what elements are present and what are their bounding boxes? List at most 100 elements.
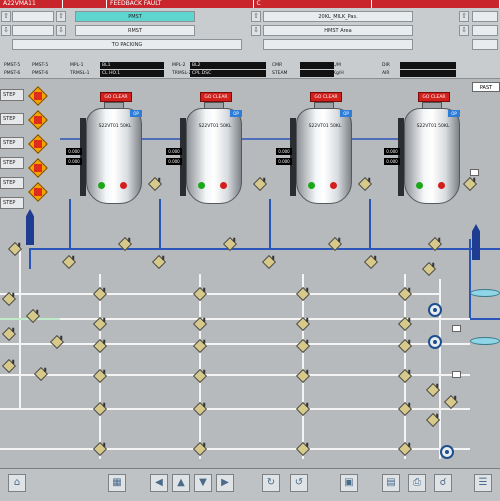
print-icon[interactable]: ⎙ [408, 474, 426, 492]
to-packing-button[interactable]: TO PACKING [12, 39, 242, 50]
status-cmr-value [300, 62, 334, 69]
status-label-a3: PMST-5 [32, 63, 49, 68]
arrow-down-icon[interactable]: ⇩ [251, 25, 261, 36]
tank-4[interactable]: GO CLEAR OP S22VT01 50KL 0.000 0.000 [384, 92, 464, 214]
pump-icon[interactable] [428, 303, 442, 317]
tank-id: S22VT01 50KL [416, 124, 450, 129]
header-right-blank-2[interactable] [472, 25, 498, 36]
step-button-2[interactable]: STEP [0, 113, 24, 125]
arrow-up-icon[interactable]: ⇧ [56, 11, 66, 22]
status-dot-green [198, 182, 205, 189]
step-button-3[interactable]: STEP [0, 137, 24, 149]
alarm-extra [372, 0, 500, 8]
status-label-a4: PMST-6 [32, 71, 49, 76]
arrow-up-icon[interactable]: ⇧ [1, 11, 11, 22]
up-icon[interactable]: ▲ [172, 474, 190, 492]
status-dir: DIR [382, 63, 390, 68]
go-clear-button[interactable]: GO CLEAR [200, 92, 232, 102]
status-mpl2: MPL-2 [172, 63, 186, 68]
status-bl1: BL1 [100, 62, 164, 69]
status-dot-green [308, 182, 315, 189]
pmst-button[interactable]: PMST [75, 11, 195, 22]
go-clear-button[interactable]: GO CLEAR [418, 92, 450, 102]
alarm-message: FEEDBACK FAULT [107, 0, 254, 8]
tank-level-bar [80, 118, 86, 196]
overview-icon[interactable]: ▦ [108, 474, 126, 492]
tank-3[interactable]: GO CLEAR OP S22VT01 50KL 0.000 0.000 [276, 92, 356, 214]
tank-value-2: 0.000 [384, 158, 400, 165]
arrow-up-icon[interactable]: ⇧ [251, 11, 261, 22]
status-kgh: Kg/H [333, 71, 344, 76]
rmst-button[interactable]: RMST [75, 25, 195, 36]
menu-icon[interactable]: ☰ [474, 474, 492, 492]
history-icon[interactable]: ↺ [290, 474, 308, 492]
pump-icon[interactable] [440, 445, 454, 459]
arrow-down-icon[interactable]: ⇩ [1, 25, 11, 36]
tank-op-badge: OP [448, 110, 460, 117]
tank-level-bar [180, 118, 186, 196]
heat-exchanger-icon[interactable] [470, 337, 500, 345]
status-dot-red [330, 182, 337, 189]
status-bl2: BL2 [190, 62, 266, 69]
tank-body [186, 108, 242, 204]
down-icon[interactable]: ▼ [194, 474, 212, 492]
right-line2-button[interactable]: HMST Area [263, 25, 413, 36]
pump-icon[interactable] [428, 335, 442, 349]
status-air: AIR [382, 71, 390, 76]
tank-op-badge: OP [340, 110, 352, 117]
status-air-value [400, 70, 456, 77]
arrow-up-icon[interactable]: ⇧ [459, 11, 469, 22]
tank-1[interactable]: GO CLEAR OP S22VT01 50KL 0.000 0.000 [66, 92, 146, 214]
status-cpl: CPL DSC [190, 70, 266, 77]
arrow-down-icon[interactable]: ⇩ [56, 25, 66, 36]
alarm-bar[interactable]: A22VMA11 FEEDBACK FAULT C [0, 0, 500, 8]
right-line1-button[interactable]: 20KL_MILK_Pas. [263, 11, 413, 22]
paste-label[interactable]: PAST [472, 82, 500, 92]
report-icon[interactable]: ▤ [382, 474, 400, 492]
step-button-1[interactable]: STEP [0, 89, 24, 101]
heat-exchanger-icon[interactable] [470, 289, 500, 297]
arrow-down-icon[interactable]: ⇩ [459, 25, 469, 36]
trend-icon[interactable]: ▣ [340, 474, 358, 492]
bottom-toolbar: ⌂ ▦ ◀ ▲ ▼ ▶ ↻ ↺ ▣ ▤ ⎙ ☌ ☰ [0, 468, 500, 501]
status-clho1: CL HO.1 [100, 70, 164, 77]
tank-value-1: 0.000 [166, 148, 182, 155]
status-dot-green [416, 182, 423, 189]
tank-id: S22VT01 50KL [98, 124, 132, 129]
tank-2[interactable]: GO CLEAR OP S22VT01 50KL 0.000 0.000 [166, 92, 246, 214]
alarm-spacer [63, 0, 107, 8]
step-button-5[interactable]: STEP [0, 177, 24, 189]
forward-icon[interactable]: ▶ [216, 474, 234, 492]
zoom-icon[interactable]: ☌ [434, 474, 452, 492]
tank-value-1: 0.000 [276, 148, 292, 155]
header-blank-2[interactable] [12, 25, 54, 36]
tank-id: S22VT01 50KL [198, 124, 232, 129]
header-blank-1[interactable] [12, 11, 54, 22]
step-button-6[interactable]: STEP [0, 197, 24, 209]
go-clear-button[interactable]: GO CLEAR [310, 92, 342, 102]
status-row: PMST-5 PMST-6 PMST-5 PMST-6 MPL-1 TRMSL-… [0, 60, 500, 79]
status-steam: STEAM [272, 71, 288, 76]
status-dot-red [220, 182, 227, 189]
status-dot-red [120, 182, 127, 189]
status-label-a1: PMST-5 [4, 63, 21, 68]
right-line3-button[interactable] [263, 39, 413, 50]
tank-body [86, 108, 142, 204]
status-cmr: CMR [272, 63, 283, 68]
tank-level-bar [290, 118, 296, 196]
header-right-blank-1[interactable] [472, 11, 498, 22]
tank-body [404, 108, 460, 204]
home-icon[interactable]: ⌂ [8, 474, 26, 492]
status-dir-value [400, 62, 456, 69]
step-button-4[interactable]: STEP [0, 157, 24, 169]
refresh-icon[interactable]: ↻ [262, 474, 280, 492]
alarm-tag: A22VMA11 [0, 0, 63, 8]
status-label-a2: PMST-6 [4, 71, 21, 76]
tank-op-badge: OP [230, 110, 242, 117]
status-dot-green [98, 182, 105, 189]
go-clear-button[interactable]: GO CLEAR [100, 92, 132, 102]
tank-op-badge: OP [130, 110, 142, 117]
header-right-blank-3[interactable] [472, 39, 498, 50]
alarm-zone: C [254, 0, 373, 8]
back-icon[interactable]: ◀ [150, 474, 168, 492]
